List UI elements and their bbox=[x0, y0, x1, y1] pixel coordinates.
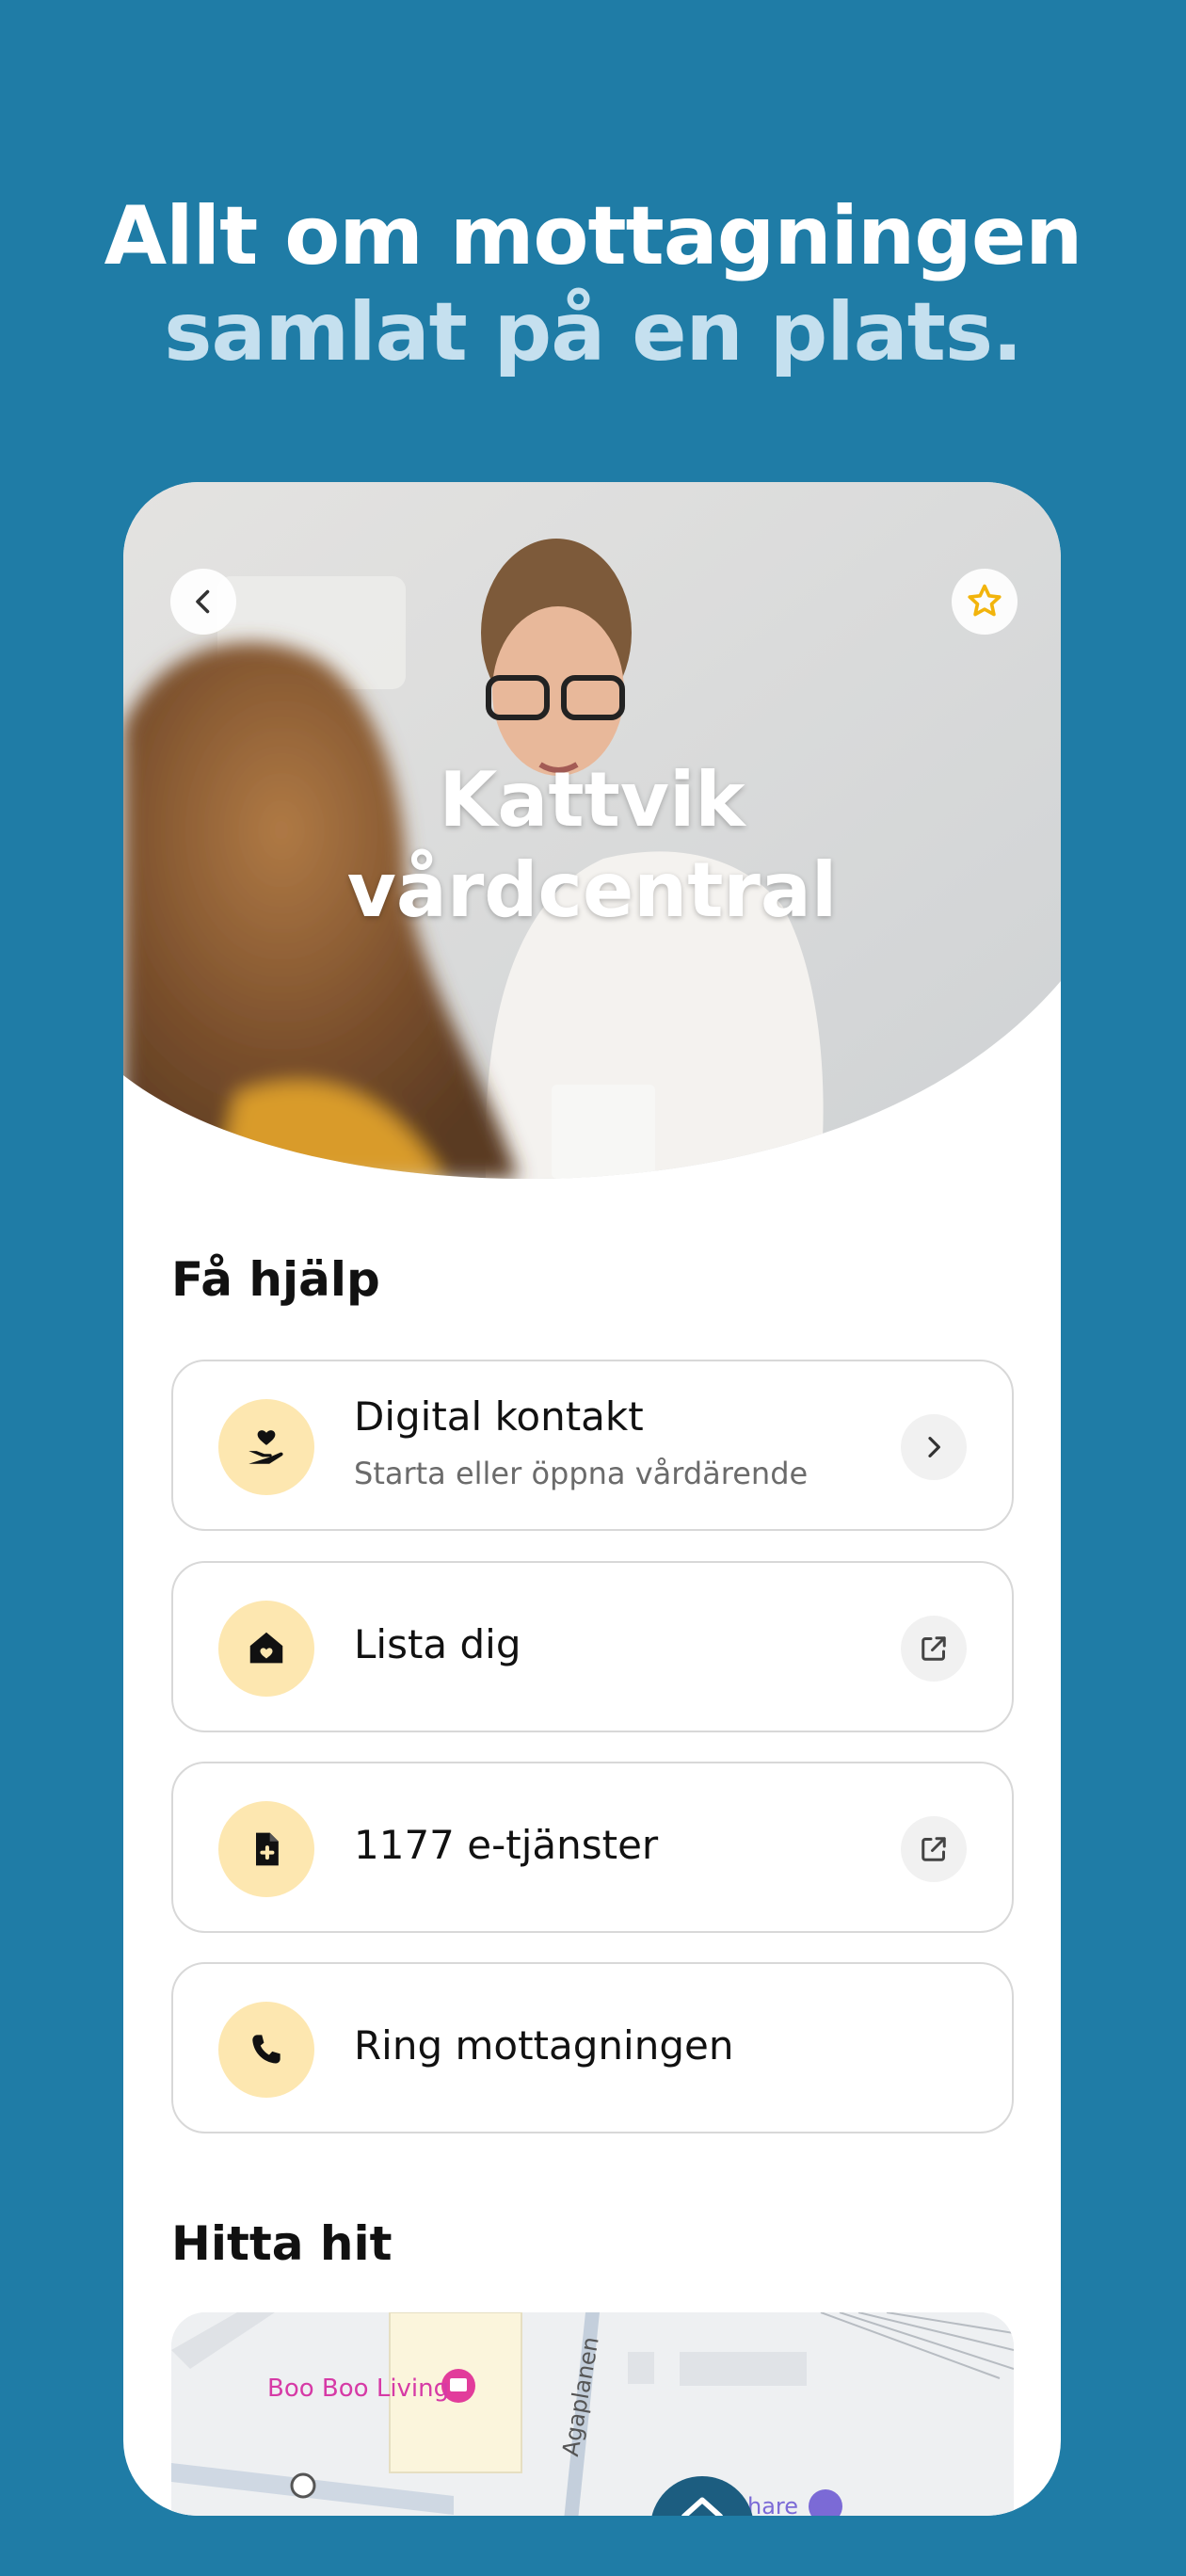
promo-line-1: Allt om mottagningen bbox=[104, 189, 1083, 283]
digital-contact-card[interactable]: Digital kontakt Starta eller öppna vårdä… bbox=[171, 1360, 1014, 1531]
chevron-left-icon bbox=[196, 589, 210, 614]
medical-document-icon bbox=[256, 1832, 279, 1866]
external-link-button bbox=[901, 1816, 967, 1882]
clinic-title-line-1: Kattvik bbox=[439, 756, 745, 844]
call-clinic-card[interactable]: Ring mottagningen bbox=[171, 1962, 1014, 2133]
back-button[interactable] bbox=[170, 569, 236, 635]
card-label: Lista dig bbox=[354, 1621, 521, 1667]
star-icon bbox=[968, 584, 1002, 617]
external-link-icon bbox=[922, 1636, 946, 1661]
card-label: Ring mottagningen bbox=[354, 2022, 734, 2069]
directions-section-title: Hitta hit bbox=[171, 2216, 393, 2271]
map-view[interactable]: Boo Boo Living Agaplanen hare bbox=[171, 2312, 1014, 2516]
card-sublabel: Starta eller öppna vårdärende bbox=[354, 1456, 809, 1491]
heart-hand-icon bbox=[248, 1430, 283, 1464]
promo-line-2: samlat på en plats. bbox=[164, 285, 1022, 379]
phone-screen: Kattvik vårdcentral Få hjälp Digital kon… bbox=[123, 482, 1061, 2516]
card-label: Digital kontakt bbox=[354, 1393, 644, 1440]
map-partial-label: hare bbox=[747, 2493, 799, 2516]
chevron-up-icon bbox=[681, 2497, 723, 2516]
icon-badge bbox=[218, 2002, 314, 2098]
icon-badge bbox=[218, 1801, 314, 1897]
external-link-icon bbox=[922, 1837, 946, 1861]
phone-icon bbox=[252, 2035, 280, 2064]
help-section-title: Få hjälp bbox=[171, 1252, 380, 1307]
card-label: 1177 e-tjänster bbox=[354, 1822, 659, 1868]
clinic-title-line-2: vårdcentral bbox=[346, 846, 838, 934]
e-services-card[interactable]: 1177 e-tjänster bbox=[171, 1762, 1014, 1933]
list-yourself-card[interactable]: Lista dig bbox=[171, 1561, 1014, 1732]
home-heart-icon bbox=[249, 1632, 283, 1664]
icon-badge bbox=[218, 1399, 314, 1495]
promo-heading: Allt om mottagningen samlat på en plats. bbox=[0, 188, 1186, 380]
hero-header: Kattvik vårdcentral bbox=[123, 482, 1061, 1179]
chevron-right-icon bbox=[928, 1437, 940, 1457]
favorite-button[interactable] bbox=[952, 569, 1018, 635]
chevron-button bbox=[901, 1414, 967, 1480]
external-link-button bbox=[901, 1616, 967, 1682]
map-poi-label: Boo Boo Living bbox=[267, 2375, 450, 2403]
icon-badge bbox=[218, 1601, 314, 1697]
